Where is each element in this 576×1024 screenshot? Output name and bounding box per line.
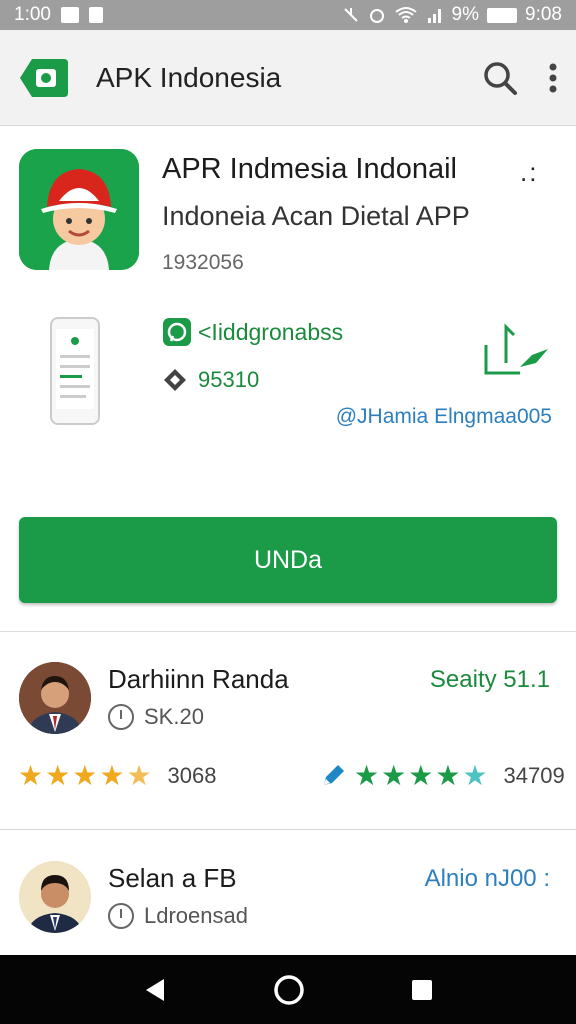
star-icon: ★ [99,760,125,791]
avatar[interactable] [19,662,91,734]
alarm-icon [369,9,384,23]
review-meta-text: SK.20 [144,704,204,729]
star-icon: ★ [435,760,461,791]
developer-name: <Iiddgronabss [198,318,344,345]
app-subtitle: Indoneia Acan Dietal APP [162,201,470,231]
edit-pencil-icon[interactable] [320,763,346,789]
app-bar: APK Indonesia [0,30,576,126]
star-icon: ★ [18,760,44,791]
status-left: 1:00 [14,4,103,26]
app-notification-icon [88,7,103,23]
search-icon[interactable] [482,60,518,96]
status-bar: 1:00 9% 9:08 [0,0,576,30]
app-name: APR Indmesia Indonail [162,153,457,185]
star-half-icon: ★ [126,760,152,791]
more-vert-icon[interactable] [548,62,558,94]
do-not-disturb-icon [343,8,358,22]
review-item: Darhiinn Randa SK.20 Seaity 51.1 ★ ★ ★ ★… [0,632,576,830]
battery-icon [487,7,518,23]
status-right: 9% 9:08 [342,4,562,26]
downloads-row: 95310 [162,367,259,393]
battery-percent: 9% [451,4,480,25]
downloads-count: 95310 [198,367,260,392]
avatar[interactable] [19,861,91,933]
reviewer-name: Selan a FB [108,863,237,893]
review-meta: Ldroensad [108,903,248,929]
play-store-logo-icon[interactable] [18,55,70,101]
developer-row[interactable]: <Iiddgronabss [162,317,343,347]
review-meta-text: Ldroensad [144,903,248,928]
system-nav-bar [0,955,576,1024]
mascot-icon [19,149,139,270]
rating-stars-right: ★ ★ ★ ★ ★ 34709 [320,762,565,790]
whatsapp-icon [163,318,191,346]
signal-icon [427,9,441,23]
more-dots-icon: .: [520,157,539,187]
review-badge[interactable]: Alnio nJ00 : [425,865,550,893]
clock-icon [108,704,134,730]
reviewer-name: Darhiinn Randa [108,664,289,694]
person-avatar-icon [19,662,91,734]
install-button[interactable]: UNDa [19,517,557,603]
home-icon[interactable] [273,974,305,1006]
wifi-icon [394,7,417,23]
star-icon: ★ [72,760,98,791]
app-more-options[interactable]: .: [520,157,538,188]
star-icon: ★ [408,760,434,791]
recents-icon[interactable] [410,978,434,1002]
gallery-notification-icon [60,7,79,23]
rating-count-right: 34709 [503,763,565,788]
star-icon: ★ [354,760,380,791]
person-avatar-icon [19,861,91,933]
app-detail-card: APR Indmesia Indonail .: Indoneia Acan D… [0,127,576,632]
review-meta: SK.20 [108,704,204,730]
status-time-left: 1:00 [14,4,51,25]
back-icon[interactable] [142,977,168,1003]
author-link[interactable]: @JHamia Elngmaa005 [336,405,552,429]
rating-count-left: 3068 [167,763,217,788]
app-icon[interactable] [19,149,139,270]
review-badge[interactable]: Seaity 51.1 [430,666,550,694]
app-bar-title: APK Indonesia [96,61,282,93]
phone-screenshot[interactable] [50,317,100,425]
share-upload-icon[interactable] [480,323,552,377]
app-bar-actions [482,60,558,96]
star-icon: ★ [381,760,407,791]
phone-preview-icon [56,329,94,409]
diamond-icon [164,369,186,391]
star-half-icon: ★ [462,760,488,791]
rating-stars-left: ★ ★ ★ ★ ★ 3068 [18,762,217,790]
review-item: Selan a FB Ldroensad Alnio nJ00 : [0,831,576,955]
app-size: 1932056 [162,251,244,274]
status-time-right: 9:08 [525,4,562,25]
star-icon: ★ [45,760,71,791]
clock-icon [108,903,134,929]
